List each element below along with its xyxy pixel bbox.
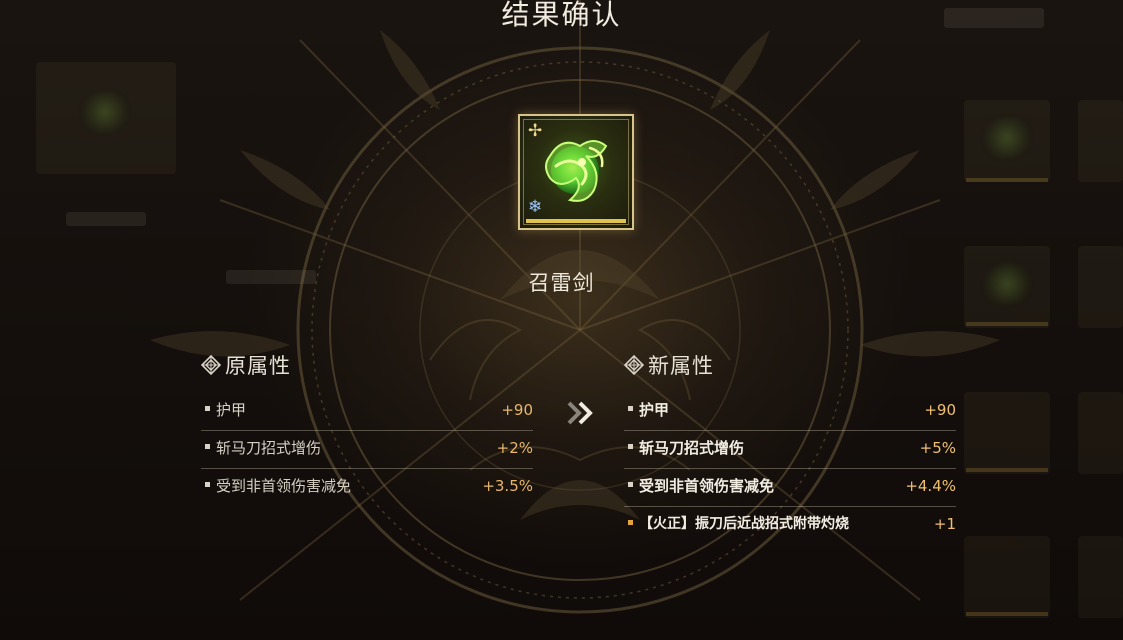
right-background-slot	[1078, 100, 1123, 182]
right-background-quality-bar	[966, 468, 1048, 472]
attribute-label: 斩马刀招式增伤	[639, 439, 745, 457]
right-background-slot	[1078, 392, 1123, 474]
double-chevron-right-icon	[567, 401, 593, 425]
right-background-slot	[964, 392, 1050, 474]
diamond-ornament-icon	[624, 355, 644, 375]
attribute-label: 受到非首领伤害减免	[216, 477, 352, 495]
bullet-icon	[205, 444, 210, 449]
attribute-value: +1	[933, 515, 956, 533]
attribute-label: 受到非首领伤害减免	[639, 477, 775, 495]
attribute-value: +90	[501, 401, 533, 419]
attribute-row: 斩马刀招式增伤 +5%	[624, 431, 956, 469]
quality-bar	[526, 219, 626, 223]
attribute-value: +3.5%	[482, 477, 533, 495]
attribute-value: +90	[924, 401, 956, 419]
attribute-label: 【火正】振刀后近战招式附带灼烧	[639, 516, 849, 532]
right-background-quality-bar	[966, 178, 1048, 182]
attribute-value: +5%	[919, 439, 956, 457]
right-background-slot	[964, 536, 1050, 618]
new-attributes-title: 新属性	[648, 354, 714, 378]
attribute-row: 斩马刀招式增伤 +2%	[201, 431, 533, 469]
bullet-icon	[205, 406, 210, 411]
attribute-label: 护甲	[639, 401, 670, 419]
attribute-row: 护甲 +90	[624, 393, 956, 431]
bullet-icon	[628, 482, 633, 487]
left-background-gem-icon	[82, 92, 128, 132]
old-attributes-panel: 原属性 护甲 +90 斩马刀招式增伤 +2% 受到非首领伤害减免 +3.5%	[201, 348, 533, 507]
result-confirm-screen: 结果确认 ✢ ❄ 召雷剑 原属性 护甲 +90 斩马刀招式增伤 +2% 受到非首…	[0, 0, 1123, 640]
item-card[interactable]: ✢ ❄	[518, 114, 634, 230]
right-background-quality-bar	[966, 612, 1048, 616]
bullet-icon	[628, 406, 633, 411]
diamond-ornament-icon	[201, 355, 221, 375]
new-attributes-header: 新属性	[624, 348, 956, 382]
new-attributes-list: 护甲 +90 斩马刀招式增伤 +5% 受到非首领伤害减免 +4.4% 【火正】振…	[624, 393, 956, 545]
attribute-label: 斩马刀招式增伤	[216, 439, 322, 457]
attribute-row: 受到非首领伤害减免 +3.5%	[201, 469, 533, 507]
right-background-slot	[1078, 536, 1123, 618]
bullet-icon	[205, 482, 210, 487]
attribute-row: 受到非首领伤害减免 +4.4%	[624, 469, 956, 507]
old-attributes-title: 原属性	[225, 354, 291, 378]
old-attributes-header: 原属性	[201, 348, 533, 382]
item-name: 召雷剑	[528, 271, 595, 295]
special-attribute-row: 【火正】振刀后近战招式附带灼烧 +1	[624, 507, 956, 545]
cross-star-icon: ✢	[528, 121, 543, 141]
attribute-value: +4.4%	[905, 477, 956, 495]
attribute-value: +2%	[496, 439, 533, 457]
snowflake-icon: ❄	[528, 197, 543, 217]
attribute-label: 护甲	[216, 401, 247, 419]
new-attributes-panel: 新属性 护甲 +90 斩马刀招式增伤 +5% 受到非首领伤害减免 +4.4% 【…	[624, 348, 956, 545]
old-attributes-list: 护甲 +90 斩马刀招式增伤 +2% 受到非首领伤害减免 +3.5%	[201, 393, 533, 507]
page-title: 结果确认	[501, 0, 622, 31]
attribute-row: 护甲 +90	[201, 393, 533, 431]
left-background-label	[66, 212, 146, 226]
bullet-icon	[628, 444, 633, 449]
bullet-icon	[628, 520, 633, 525]
right-background-quality-bar	[966, 322, 1048, 326]
right-background-gem-icon	[984, 118, 1030, 158]
